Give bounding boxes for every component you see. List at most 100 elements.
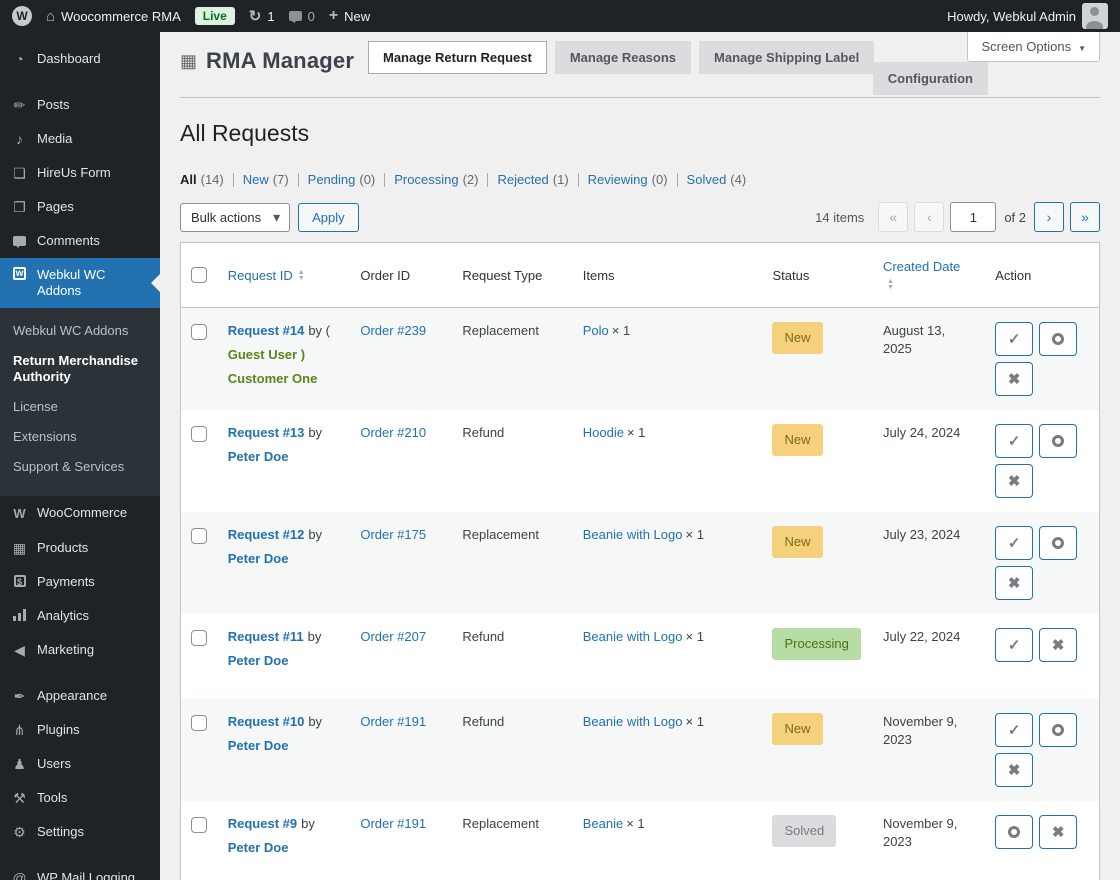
item-link[interactable]: Beanie with Logo [583,714,683,729]
sidebar-item-media[interactable]: ♪Media [0,122,160,156]
column-header-request-id[interactable]: Request ID▲▼ [218,243,351,308]
form-icon: ❏ [11,165,28,181]
submenu-item-return-merchandise-authority[interactable]: Return Merchandise Authority [0,346,160,392]
sidebar-item-marketing[interactable]: ◀Marketing [0,633,160,667]
sidebar-item-appearance[interactable]: ✒Appearance [0,679,160,713]
request-id-link[interactable]: Request #10 [228,714,305,729]
updates-link[interactable]: 1 [249,7,275,25]
customer-name[interactable]: Peter Doe [228,737,341,755]
cross-action-button[interactable]: ✖ [1039,628,1077,662]
sidebar-item-users[interactable]: ♟Users [0,747,160,781]
circle-icon [1052,333,1064,345]
screen-options-button[interactable]: Screen Options [967,32,1100,62]
last-page-button[interactable]: » [1070,202,1100,232]
wordpress-logo-icon[interactable]: W [12,6,32,26]
request-id-link[interactable]: Request #12 [228,527,305,542]
request-id-link[interactable]: Request #11 [228,629,304,644]
tab-manage-return-request[interactable]: Manage Return Request [368,41,547,74]
column-header-created-date[interactable]: Created Date▲▼ [873,243,985,308]
apply-button[interactable]: Apply [298,203,359,232]
site-name-link[interactable]: Woocommerce RMA [46,8,181,25]
sidebar-item-hireus-form[interactable]: ❏ HireUs Form [0,156,160,190]
check-action-button[interactable]: ✓ [995,322,1033,356]
cross-action-button[interactable]: ✖ [1039,815,1077,849]
next-page-button[interactable]: › [1034,202,1064,232]
tab-manage-shipping-label[interactable]: Manage Shipping Label [699,41,874,74]
sidebar-item-payments[interactable]: Payments [0,565,160,599]
tab-configuration[interactable]: Configuration [873,62,988,95]
customer-name[interactable]: Peter Doe [228,550,341,568]
filter-solved[interactable]: Solved(4) [677,173,756,187]
row-checkbox[interactable] [191,324,207,340]
sidebar-item-label: HireUs Form [37,165,111,181]
order-link[interactable]: Order #191 [360,816,426,831]
sidebar-item-wp-mail-logging[interactable]: @WP Mail Logging [0,861,160,880]
select-all-checkbox[interactable] [191,267,207,283]
submenu-item-license[interactable]: License [0,392,160,422]
customer-name[interactable]: Peter Doe [228,839,341,857]
sidebar-item-analytics[interactable]: Analytics [0,599,160,633]
order-link[interactable]: Order #239 [360,323,426,338]
order-link[interactable]: Order #207 [360,629,426,644]
filter-reviewing[interactable]: Reviewing(0) [578,173,677,187]
item-link[interactable]: Hoodie [583,425,624,440]
sidebar-item-products[interactable]: ▦Products [0,531,160,565]
howdy-link[interactable]: Howdy, Webkul Admin [947,3,1108,29]
tab-manage-reasons[interactable]: Manage Reasons [555,41,691,74]
sidebar-item-posts[interactable]: ✏Posts [0,88,160,122]
cross-icon: ✖ [1008,370,1021,388]
cross-action-button[interactable]: ✖ [995,362,1033,396]
filter-rejected[interactable]: Rejected(1) [487,173,577,187]
filter-pending[interactable]: Pending(0) [298,173,385,187]
row-checkbox[interactable] [191,715,207,731]
products-icon: ▦ [11,540,28,556]
filter-new[interactable]: New(7) [233,173,298,187]
sidebar-item-plugins[interactable]: ⋔Plugins [0,713,160,747]
sidebar-item-woocommerce[interactable]: WooCommerce [0,496,160,531]
check-action-button[interactable]: ✓ [995,526,1033,560]
sidebar-item-tools[interactable]: ⚒Tools [0,781,160,815]
cross-action-button[interactable]: ✖ [995,464,1033,498]
request-id-link[interactable]: Request #13 [228,425,305,440]
row-checkbox[interactable] [191,426,207,442]
submenu-item-webkul-wc-addons[interactable]: Webkul WC Addons [0,316,160,346]
sidebar-item-settings[interactable]: ⚙Settings [0,815,160,849]
item-link[interactable]: Polo [583,323,609,338]
filter-all[interactable]: All(14) [180,173,233,187]
cross-action-button[interactable]: ✖ [995,753,1033,787]
current-page-input[interactable] [950,202,996,232]
row-checkbox[interactable] [191,630,207,646]
circle-action-button[interactable] [995,815,1033,849]
row-checkbox[interactable] [191,817,207,833]
submenu-item-support-services[interactable]: Support & Services [0,452,160,482]
order-link[interactable]: Order #210 [360,425,426,440]
item-link[interactable]: Beanie [583,816,623,831]
request-id-link[interactable]: Request #14 [228,323,305,338]
circle-action-button[interactable] [1039,322,1077,356]
circle-action-button[interactable] [1039,713,1077,747]
circle-action-button[interactable] [1039,424,1077,458]
circle-action-button[interactable] [1039,526,1077,560]
comments-link[interactable]: 0 [289,9,315,24]
filter-processing[interactable]: Processing(2) [384,173,487,187]
request-id-link[interactable]: Request #9 [228,816,297,831]
customer-name[interactable]: Peter Doe [228,448,341,466]
order-link[interactable]: Order #175 [360,527,426,542]
customer-name[interactable]: Peter Doe [228,652,341,670]
row-checkbox[interactable] [191,528,207,544]
bulk-actions-select[interactable]: Bulk actions [180,203,290,232]
sidebar-item-pages[interactable]: ❐Pages [0,190,160,224]
check-action-button[interactable]: ✓ [995,713,1033,747]
sidebar-item-webkul-wc-addons[interactable]: Webkul WC Addons [0,258,160,308]
order-link[interactable]: Order #191 [360,714,426,729]
cross-action-button[interactable]: ✖ [995,566,1033,600]
item-link[interactable]: Beanie with Logo [583,527,683,542]
submenu-item-extensions[interactable]: Extensions [0,422,160,452]
circle-icon [1052,724,1064,736]
new-content-link[interactable]: New [329,7,370,25]
check-action-button[interactable]: ✓ [995,628,1033,662]
sidebar-item-comments[interactable]: Comments [0,224,160,258]
item-link[interactable]: Beanie with Logo [583,629,683,644]
sidebar-item-dashboard[interactable]: ◔Dashboard [0,42,160,76]
check-action-button[interactable]: ✓ [995,424,1033,458]
